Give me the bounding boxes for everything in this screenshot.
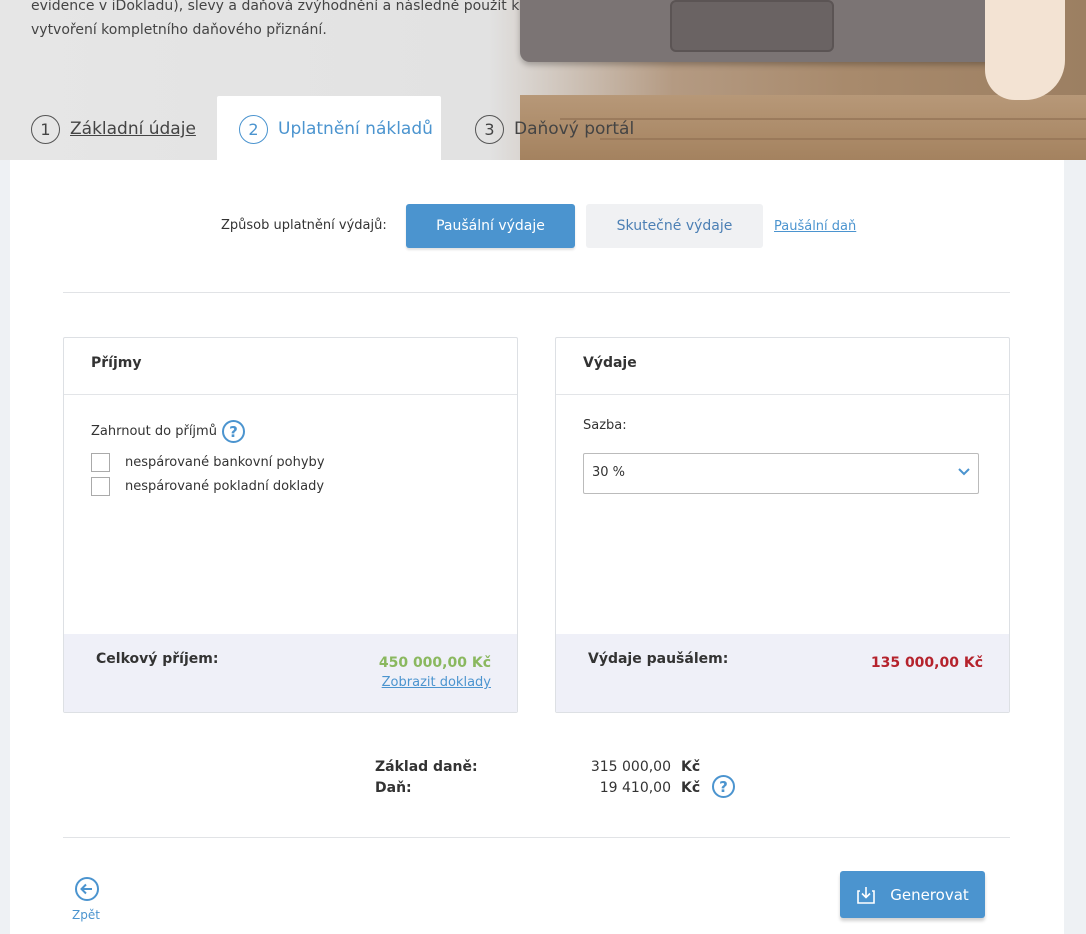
hero-arm [985,0,1065,100]
tax-currency: Kč [681,780,701,796]
flat-tax-link[interactable]: Paušální daň [774,219,856,234]
expenses-total-footer: Výdaje paušálem: 135 000,00 Kč [556,634,1009,712]
total-income-label: Celkový příjem: [96,651,219,667]
step-basic-info[interactable]: 1 Základní údaje [31,113,196,145]
expense-method-label: Způsob uplatnění výdajů: [221,218,387,233]
unpaired-cash-documents-checkbox[interactable] [91,477,110,496]
step-number: 3 [475,114,504,144]
hero-laptop [520,0,1000,62]
hero-text: evidence v iDokladu), slevy a daňová zvý… [31,0,520,38]
arrow-left-circle-icon [75,877,99,901]
generate-button[interactable]: Generovat [840,871,985,918]
income-panel: Příjmy Zahrnout do příjmů ? nespárované … [63,337,518,713]
step-label: Daňový portál [514,119,635,139]
tax-base-currency: Kč [681,759,701,775]
include-in-income-label: Zahrnout do příjmů ? [91,420,245,443]
help-icon[interactable]: ? [221,420,245,443]
expenses-panel-title: Výdaje [556,338,1009,395]
step-cost-application[interactable]: 2 Uplatnění nákladů [239,113,433,145]
actual-expenses-button[interactable]: Skutečné výdaje [586,204,763,248]
step-label: Základní údaje [70,119,196,139]
total-income-value: 450 000,00 Kč [378,655,491,671]
tax-value: 19 410,00 [599,780,671,796]
main-card: Způsob uplatnění výdajů: Paušální výdaje… [10,160,1064,934]
tax-help-icon[interactable]: ? [712,775,735,798]
tax-label: Daň: [375,780,412,796]
unpaired-cash-documents-option[interactable]: nespárované pokladní doklady [91,477,324,496]
rate-selected-value: 30 % [592,465,626,480]
rate-select[interactable]: 30 % [583,453,979,494]
download-icon [857,886,876,904]
divider [63,837,1010,838]
back-button[interactable]: Zpět [72,876,101,922]
step-number: 1 [31,114,60,144]
unpaired-bank-movements-option[interactable]: nespárované bankovní pohyby [91,453,325,472]
step-number: 2 [239,114,268,144]
flat-rate-expenses-value: 135 000,00 Kč [870,655,983,671]
step-tax-portal[interactable]: 3 Daňový portál [475,113,634,145]
flat-rate-expenses-label: Výdaje paušálem: [588,651,729,667]
hero-wood-grain [600,138,1086,140]
generate-label: Generovat [890,885,969,904]
divider [63,292,1010,293]
expense-method-row: Způsob uplatnění výdajů: Paušální výdaje… [10,204,1064,248]
tax-base-value: 315 000,00 [590,759,671,775]
rate-label: Sazba: [583,418,627,433]
income-panel-title: Příjmy [64,338,517,395]
checkbox-label: nespárované bankovní pohyby [125,455,325,470]
flat-rate-expenses-button[interactable]: Paušální výdaje [406,204,575,248]
hero-laptop-touchpad [670,0,834,52]
unpaired-bank-movements-checkbox[interactable] [91,453,110,472]
step-label: Uplatnění nákladů [278,119,433,139]
tax-base-label: Základ daně: [375,759,478,775]
include-in-income-text: Zahrnout do příjmů [91,424,217,439]
checkbox-label: nespárované pokladní doklady [125,479,325,494]
back-label: Zpět [72,908,100,922]
income-total-footer: Celkový příjem: 450 000,00 Kč Zobrazit d… [64,634,517,712]
hero-wood-grain [560,118,1086,120]
chevron-down-icon [958,468,970,476]
expenses-panel: Výdaje Sazba: 30 % Výdaje paušálem: 135 … [555,337,1010,713]
show-documents-link[interactable]: Zobrazit doklady [382,675,491,690]
